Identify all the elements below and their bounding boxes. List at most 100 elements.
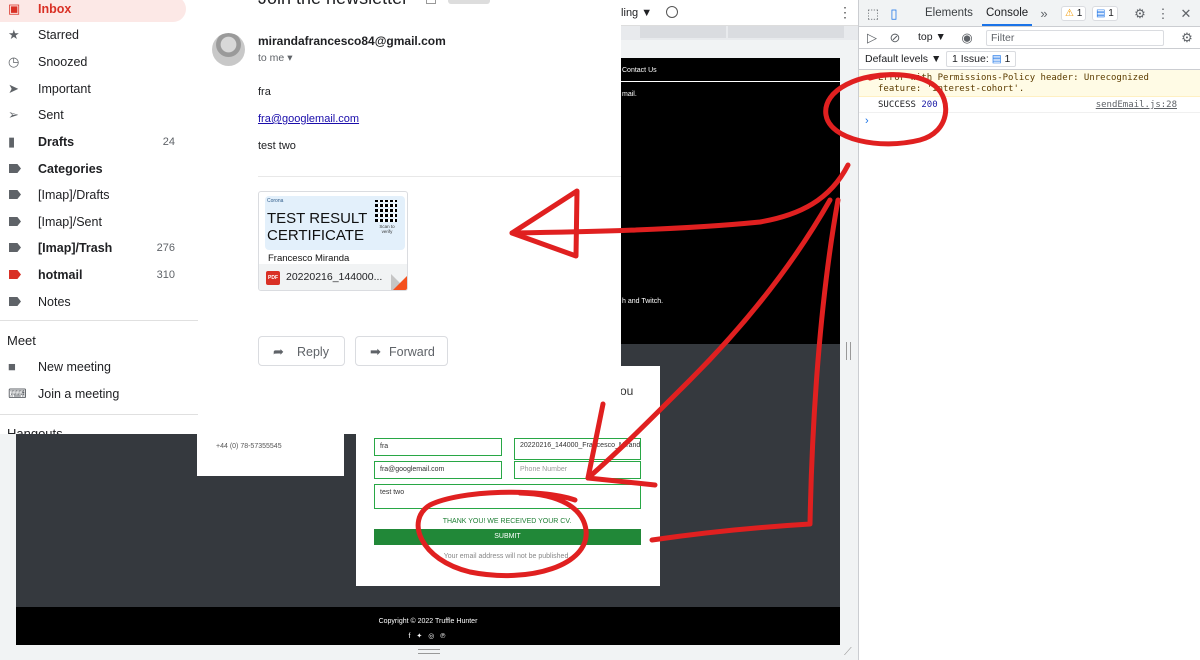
- sidebar-item-notes[interactable]: Notes: [0, 289, 186, 315]
- label-icon: [9, 190, 21, 199]
- issues-count: 1: [1004, 53, 1011, 65]
- forward-label: Forward: [389, 345, 435, 359]
- print-icon[interactable]: [426, 0, 436, 4]
- copyright-text: Copyright © 2022 Truffle Hunter: [378, 618, 478, 625]
- phone-field[interactable]: Phone Number: [514, 461, 641, 479]
- sidebar-item-label: Important: [38, 82, 91, 96]
- form-heading: ou: [620, 384, 634, 398]
- submit-button[interactable]: SUBMIT: [374, 529, 641, 545]
- resize-handle[interactable]: [418, 649, 440, 654]
- tab-console[interactable]: Console: [981, 7, 1033, 26]
- sidebar-item-drafts[interactable]: ▮ Drafts 24: [0, 129, 186, 155]
- qr-code-icon: [375, 200, 397, 222]
- brand-label: Corona: [267, 198, 284, 204]
- issues-label: 1 Issue:: [952, 53, 989, 65]
- log-levels-dropdown[interactable]: Default levels ▼: [865, 53, 941, 65]
- attachment-card[interactable]: Corona TEST RESULT CERTIFICATE Scan to v…: [258, 191, 408, 291]
- social-icons[interactable]: f ✦ ◎ ℗: [16, 632, 840, 640]
- warning-icon: ⚠: [865, 73, 871, 83]
- email-field[interactable]: fra@googlemail.com: [374, 461, 502, 479]
- log-source-link[interactable]: sendEmail.js:28: [1096, 100, 1177, 110]
- site-text-fragment: mail.: [622, 91, 637, 98]
- sidebar-item-label: Starred: [38, 28, 79, 42]
- name-field[interactable]: fra: [374, 438, 502, 456]
- label-icon: [9, 164, 21, 173]
- reply-button[interactable]: ➦ Reply: [258, 336, 345, 366]
- body-line: test two: [258, 140, 296, 152]
- forward-button[interactable]: ➡ Forward: [355, 336, 448, 366]
- sidebar-item-imap-sent[interactable]: [Imap]/Sent: [0, 209, 186, 235]
- certificate-title: TEST RESULT: [267, 210, 368, 227]
- inbox-icon: ▣: [8, 1, 21, 16]
- join-meeting-button[interactable]: ⌨ Join a meeting: [0, 381, 186, 407]
- keyboard-icon: ⌨: [8, 386, 27, 401]
- kebab-menu-icon[interactable]: ⋮: [1155, 6, 1171, 22]
- inspect-icon[interactable]: ⬚: [865, 6, 881, 22]
- cv-file-field[interactable]: 20220216_144000_Francesco_Miranda_Antige…: [514, 438, 641, 460]
- label-icon: [9, 243, 21, 252]
- message-subject: Join the newsletter: [258, 0, 408, 9]
- sidebar-item-hotmail[interactable]: hotmail 310: [0, 262, 186, 288]
- clock-icon: ◷: [8, 54, 20, 69]
- gear-icon[interactable]: ⚙: [1132, 6, 1148, 22]
- recipient-details[interactable]: to me ▾: [258, 52, 292, 64]
- nav-contact-link[interactable]: Contact Us: [622, 67, 657, 74]
- device-toolbar-icon[interactable]: ▯: [886, 6, 902, 22]
- resize-corner-icon[interactable]: ⟋: [844, 646, 852, 659]
- sidebar-item-snoozed[interactable]: ◷ Snoozed: [0, 49, 186, 75]
- draft-icon: ▮: [8, 134, 16, 149]
- sidebar-divider: [0, 414, 198, 415]
- more-icon[interactable]: ⋮: [838, 4, 852, 21]
- sidebar-item-categories[interactable]: Categories: [0, 156, 186, 182]
- throttling-dropdown[interactable]: tling ▼: [618, 7, 652, 19]
- recipient-label: to me: [258, 52, 285, 64]
- message-field[interactable]: test two: [374, 484, 641, 509]
- context-selector[interactable]: top ▼: [918, 31, 946, 43]
- tab-elements[interactable]: Elements: [925, 7, 973, 19]
- console-settings-icon[interactable]: ⚙: [1179, 30, 1195, 46]
- sidebar-item-imap-trash[interactable]: [Imap]/Trash 276: [0, 235, 186, 261]
- sidebar-item-label: [Imap]/Drafts: [38, 188, 110, 202]
- clear-console-icon[interactable]: ⊘: [887, 30, 903, 46]
- send-icon: ➢: [8, 107, 19, 122]
- sidebar-item-label: Inbox: [38, 2, 72, 16]
- sidebar-item-inbox[interactable]: ▣ Inbox: [0, 0, 186, 22]
- message-badge[interactable]: ▤ 1: [1092, 6, 1118, 21]
- body-email-link[interactable]: fra@googlemail.com: [258, 113, 359, 125]
- sidebar-item-label: Drafts: [38, 135, 75, 149]
- console-warning[interactable]: ⚠ Error with Permissions-Policy header: …: [859, 70, 1200, 97]
- panel-split-handle[interactable]: [846, 342, 851, 360]
- message-count: 1: [1108, 8, 1114, 19]
- sidebar-item-starred[interactable]: ★ Starred: [0, 22, 186, 48]
- inbox-badge[interactable]: [448, 0, 490, 4]
- warning-badge[interactable]: ⚠ 1: [1061, 6, 1087, 21]
- reply-label: Reply: [297, 345, 329, 359]
- sidebar-item-imap-drafts[interactable]: [Imap]/Drafts: [0, 182, 186, 208]
- new-meeting-button[interactable]: ■ New meeting: [0, 354, 186, 380]
- certificate-title: CERTIFICATE: [267, 227, 364, 244]
- sidebar-item-important[interactable]: ➤ Important: [0, 76, 186, 102]
- filter-input[interactable]: Filter: [986, 30, 1164, 46]
- sidebar-toggle-icon[interactable]: ▷: [864, 30, 880, 46]
- attachment-divider: [258, 176, 621, 177]
- levels-label: Default levels: [865, 53, 929, 65]
- scan-label: Scan to verify: [379, 224, 395, 234]
- close-icon[interactable]: ✕: [1178, 6, 1194, 22]
- rotate-icon[interactable]: [666, 6, 678, 18]
- sidebar-item-sent[interactable]: ➢ Sent: [0, 102, 186, 128]
- more-tabs-icon[interactable]: »: [1036, 6, 1052, 22]
- warning-icon: ⚠: [1065, 8, 1074, 19]
- warning-count: 1: [1076, 8, 1083, 19]
- console-prompt[interactable]: ›: [865, 115, 869, 127]
- devtools-tabbar: ⬚ ▯ Elements Console » ⚠ 1 ▤ 1 ⚙ ⋮ ✕: [859, 0, 1200, 27]
- sender-avatar[interactable]: [212, 33, 245, 66]
- ruler-strip: [600, 26, 858, 40]
- eye-icon[interactable]: ◉: [959, 30, 975, 46]
- message-icon: ▤: [1096, 8, 1106, 19]
- site-footer: Copyright © 2022 Truffle Hunter f ✦ ◎ ℗: [16, 607, 840, 645]
- success-message: THANK YOU! WE RECEIVED YOUR CV.: [442, 518, 572, 525]
- page-fold-accent: [393, 276, 407, 290]
- devtools-panel: ⬚ ▯ Elements Console » ⚠ 1 ▤ 1 ⚙ ⋮ ✕ ▷ ⊘…: [858, 0, 1200, 660]
- sender-email: mirandafrancesco84@gmail.com: [258, 34, 446, 48]
- issues-button[interactable]: 1 Issue: ▤ 1: [946, 51, 1017, 67]
